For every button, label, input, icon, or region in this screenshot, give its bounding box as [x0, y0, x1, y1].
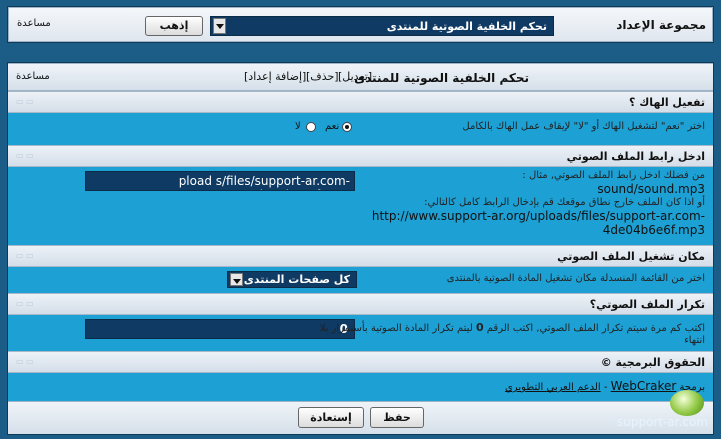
section-title: تفعيل الهاك ؟	[629, 96, 705, 109]
example-absolute-line2: 4de04b6e6f.mp3	[602, 223, 705, 237]
section-help: اختر "نعم" لتشغيل الهاك أو "لا" لإيقاف ع…	[462, 121, 705, 132]
section-header-credits: ▭ ▭ الحقوق البرمجية ©	[8, 351, 713, 373]
section-ghost-controls: ▭ ▭	[16, 151, 34, 160]
settings-group-select[interactable]: تحكم الخلفية الصوتية للمنتدى	[210, 16, 554, 36]
section-body-repeat: 0 اكتب كم مرة سيتم تكرار الملف الصوتي, ا…	[8, 315, 713, 349]
section-title: ادخل رابط الملف الصوتي	[566, 150, 705, 163]
go-button[interactable]: إذهب	[145, 16, 203, 36]
location-select[interactable]: كل صفحات المنتدى	[227, 271, 357, 288]
help-link[interactable]: مساعدة	[16, 71, 50, 82]
section-ghost-controls: ▭ ▭	[16, 97, 34, 106]
settings-group-label: مجموعة الإعداد	[616, 18, 706, 32]
selected-setting-text: تحكم الخلفية الصوتية للمنتدى	[386, 20, 547, 33]
repeat-count-input[interactable]: 0	[85, 319, 355, 339]
watermark-text: support-ar.com	[617, 415, 709, 429]
sound-url-input[interactable]: pload s/files/support-ar.com-4de04b6e6f.…	[85, 171, 355, 191]
section-header-url: ▭ ▭ ادخل رابط الملف الصوتي	[8, 145, 713, 167]
section-body-url: pload s/files/support-ar.com-4de04b6e6f.…	[8, 167, 713, 245]
form-footer: إستعادة حفظ	[8, 401, 713, 434]
radio-dot-icon	[345, 125, 349, 129]
section-help-line1: اكتب كم مرة سيتم تكرار الملف الصوتي, اكت…	[319, 321, 705, 334]
section-header-enable: ▭ ▭ تفعيل الهاك ؟	[8, 91, 713, 113]
settings-group-bar: مساعدة إذهب تحكم الخلفية الصوتية للمنتدى…	[8, 7, 713, 42]
section-title: تكرار الملف الصوتي؟	[589, 298, 705, 311]
bubble-logo-icon	[670, 390, 704, 416]
panel-title: تحكم الخلفية الصوتية للمنتدى	[354, 71, 529, 85]
watermark: support-ar.com	[617, 388, 709, 432]
section-ghost-controls: ▭ ▭	[16, 299, 34, 308]
delete-link[interactable]: [حذف]	[306, 70, 339, 83]
section-ghost-controls: ▭ ▭	[16, 357, 34, 366]
restore-button[interactable]: إستعادة	[298, 407, 364, 428]
section-title: الحقوق البرمجية ©	[600, 356, 705, 369]
settings-group-panel: مساعدة إذهب تحكم الخلفية الصوتية للمنتدى…	[7, 6, 714, 43]
section-help-line1: من فضلك ادخل رابط الملف الصوتي, مثال :	[522, 170, 705, 181]
section-body-enable: اختر "نعم" لتشغيل الهاك أو "لا" لإيقاف ع…	[8, 113, 713, 141]
location-selected-text: كل صفحات المنتدى	[243, 273, 350, 286]
section-header-repeat: ▭ ▭ تكرار الملف الصوتي؟	[8, 293, 713, 315]
help-link[interactable]: مساعدة	[17, 18, 51, 29]
example-relative: sound/sound.mp3	[597, 182, 705, 196]
radio-yes-label: نعم	[325, 121, 340, 132]
sound-settings-panel: مساعدة [إضافة إعداد] [حذف] [تعديل] تحكم …	[7, 62, 714, 435]
section-title: مكان تشغيل الملف الصوتي	[557, 250, 705, 263]
save-button[interactable]: حفظ	[370, 407, 424, 428]
section-header-location: ▭ ▭ مكان تشغيل الملف الصوتي	[8, 245, 713, 267]
chevron-down-icon	[213, 18, 226, 34]
section-ghost-controls: ▭ ▭	[16, 251, 34, 260]
section-help: اختر من القائمة المنسدلة مكان تشغيل الما…	[446, 273, 705, 284]
sound-url-value: pload s/files/support-ar.com-4de04b6e6f.…	[178, 174, 350, 190]
radio-no-label: لا	[295, 121, 301, 132]
example-absolute-line1: http://www.support-ar.org/uploads/files/…	[371, 209, 705, 223]
radio-yes[interactable]	[342, 122, 352, 132]
radio-no[interactable]	[306, 122, 316, 132]
section-body-location: كل صفحات المنتدى اختر من القائمة المنسدل…	[8, 267, 713, 291]
section-body-credits: برمجة WebCraker - الدعم العربي التطويري	[8, 373, 713, 401]
add-setting-link[interactable]: [إضافة إعداد]	[244, 70, 306, 83]
support-link[interactable]: الدعم العربي التطويري	[505, 382, 601, 393]
chevron-down-icon	[230, 273, 243, 286]
section-help-line2: انتهاء	[684, 335, 705, 346]
panel-header: مساعدة [إضافة إعداد] [حذف] [تعديل] تحكم …	[8, 63, 713, 91]
credits-dash: -	[603, 382, 608, 393]
section-help-line2: أو اذا كان الملف خارج نطاق موقعك قم بإدخ…	[424, 197, 705, 208]
